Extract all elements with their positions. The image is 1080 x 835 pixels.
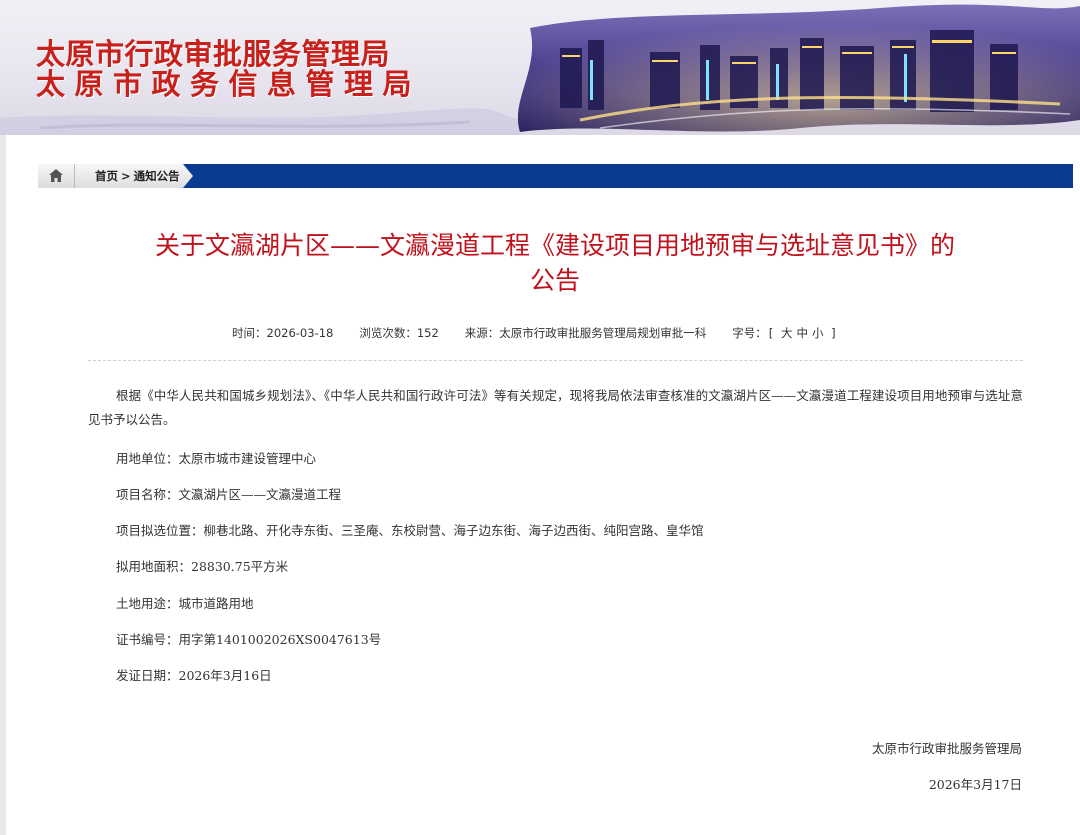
source-value: 太原市行政审批服务管理局规划审批一科 — [499, 326, 707, 340]
article-meta: 时间：2026-03-18 浏览次数：152 来源：太原市行政审批服务管理局规划审批… — [232, 325, 838, 341]
fontsize-medium-link[interactable]: 中 — [796, 326, 808, 340]
fontsize-label: 字号： — [732, 326, 767, 340]
home-button[interactable] — [38, 164, 75, 188]
site-title-line2: 太原市政务信息管理局 — [36, 67, 422, 101]
field-area: 拟用地面积：28830.75平方米 — [116, 559, 289, 574]
field-location: 项目拟选位置：柳巷北路、开化寺东街、三圣庵、东校尉营、海子边东街、海子边西街、纯… — [116, 523, 704, 538]
field-land-use: 土地用途：城市道路用地 — [116, 596, 254, 611]
field-certificate-no: 证书编号：用字第1401002026XS0047613号 — [116, 632, 382, 647]
meta-divider — [88, 360, 1023, 361]
views-value: 152 — [416, 326, 439, 340]
field-land-unit: 用地单位：太原市城市建设管理中心 — [116, 451, 317, 466]
fontsize-large-link[interactable]: 大 — [781, 326, 793, 340]
time-label: 时间： — [232, 326, 267, 340]
bracket-close: ] — [831, 326, 836, 340]
header-banner: 太原市行政审批服务管理局 太原市政务信息管理局 — [0, 0, 1080, 135]
field-issue-date: 发证日期：2026年3月16日 — [116, 668, 272, 683]
breadcrumb-bar — [38, 164, 1073, 188]
article-title-line1: 关于文瀛湖片区——文瀛漫道工程《建设项目用地预审与选址意见书》的 — [154, 231, 955, 260]
breadcrumb-home-link[interactable]: 首页 — [95, 169, 118, 183]
bracket-open: [ — [768, 326, 774, 340]
home-icon — [49, 169, 63, 182]
article-intro: 根据《中华人民共和国城乡规划法》、《中华人民共和国行政许可法》等有关规定，现将我… — [88, 388, 1023, 427]
views-label: 浏览次数： — [359, 326, 417, 340]
field-project-name: 项目名称：文瀛湖片区——文瀛漫道工程 — [116, 487, 342, 502]
time-value: 2026-03-18 — [266, 326, 334, 340]
fontsize-small-link[interactable]: 小 — [812, 326, 824, 340]
signature-org: 太原市行政审批服务管理局 — [871, 741, 1022, 756]
breadcrumb-separator: > — [121, 169, 131, 183]
breadcrumb-current-link[interactable]: 通知公告 — [134, 169, 180, 183]
city-night-image — [517, 4, 1080, 132]
article-title-line2: 公告 — [529, 266, 580, 295]
fontsize-switcher: [ 大中小 ] — [767, 326, 838, 340]
site-title-line1: 太原市行政审批服务管理局 — [36, 37, 391, 71]
breadcrumb: 首页 > 通知公告 — [95, 168, 180, 184]
source-label: 来源： — [464, 326, 500, 340]
signature-date: 2026年3月17日 — [928, 777, 1022, 792]
